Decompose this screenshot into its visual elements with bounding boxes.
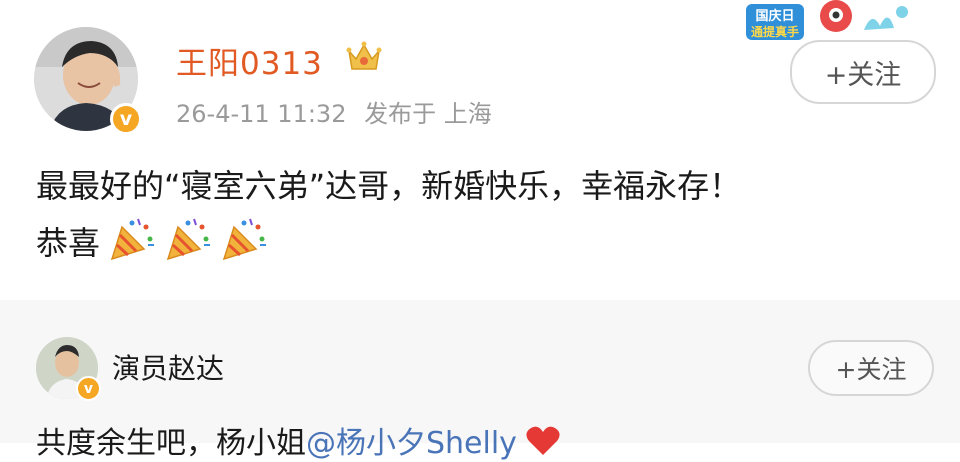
post-timestamp: 26-4-11 11:32 bbox=[176, 100, 347, 128]
post-text-congrats: 恭喜 bbox=[36, 224, 101, 262]
svg-text:国庆日: 国庆日 bbox=[755, 8, 794, 24]
svg-text:通提真手: 通提真手 bbox=[751, 24, 799, 39]
weibo-post: 国庆日 通提真手 v 王阳0313 26-4-11 11:32 发布于 上海 +… bbox=[0, 0, 960, 300]
post-text-line-1: 最最好的“寝室六弟”达哥，新婚快乐，幸福永存！ bbox=[36, 167, 742, 205]
heart-icon bbox=[526, 426, 560, 455]
party-popper-icon bbox=[222, 218, 267, 261]
commenter-name[interactable]: 演员赵达 bbox=[112, 347, 224, 387]
mention-link[interactable]: @杨小夕Shelly bbox=[306, 426, 517, 461]
post-body: 最最好的“寝室六弟”达哥，新婚快乐，幸福永存！ 恭喜 bbox=[36, 158, 936, 272]
comment-text: 共度余生吧，杨小姐@杨小夕Shelly bbox=[36, 418, 561, 462]
crown-icon bbox=[346, 41, 382, 70]
verified-icon: v bbox=[110, 103, 142, 135]
verified-icon: v bbox=[76, 376, 101, 401]
author-name[interactable]: 王阳0313 bbox=[176, 38, 323, 83]
comment-text-body: 共度余生吧，杨小姐 bbox=[36, 426, 306, 461]
post-meta: 26-4-11 11:32 发布于 上海 bbox=[176, 94, 502, 129]
follow-button[interactable]: +关注 bbox=[790, 40, 936, 104]
party-popper-icon bbox=[110, 218, 155, 261]
party-popper-icon bbox=[166, 218, 211, 261]
post-location: 发布于 上海 bbox=[364, 100, 492, 128]
post-text-line-2: 恭喜 bbox=[36, 215, 936, 272]
follow-button-comment[interactable]: +关注 bbox=[808, 340, 934, 396]
